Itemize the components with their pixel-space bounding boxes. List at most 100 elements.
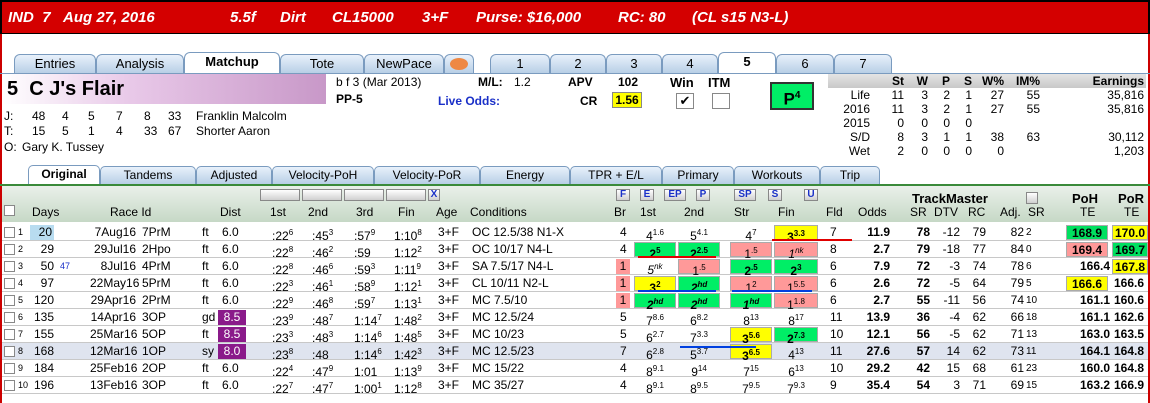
itm-checkbox[interactable] xyxy=(712,93,730,109)
subtab-energy[interactable]: Energy xyxy=(480,166,570,184)
pp-row[interactable]: 5 120 29Apr16 2PrM ft 6.0:229:468:597 1:131 3+F… xyxy=(2,292,1148,312)
por-te: 167.8 xyxy=(1112,259,1148,274)
days-cell: 50 xyxy=(40,259,54,273)
subtab-primary[interactable]: Primary xyxy=(662,166,734,184)
tab-tote[interactable]: Tote xyxy=(280,54,364,73)
pos-1st: 62.8 xyxy=(646,347,664,362)
subtab-trip[interactable]: Trip xyxy=(820,166,880,184)
pp-row[interactable]: 8 168 12Mar16 1OP sy 8.0:238:48 1:146 1:423 3+F M… xyxy=(2,343,1148,363)
pp-row[interactable]: 6 135 14Apr16 3OP gd 8.5:239:487 1:147 1:482 3+F… xyxy=(2,309,1148,328)
tab-horse-3[interactable]: 3 xyxy=(606,54,662,73)
tab-newpace[interactable]: NewPace xyxy=(364,54,444,73)
pos-stretch: 813 xyxy=(743,313,759,328)
subtab-velocity-por[interactable]: Velocity-PoR xyxy=(374,166,480,184)
tab-analysis[interactable]: Analysis xyxy=(96,54,184,73)
pp-row[interactable]: 10 196 13Feb16 3OP ft 6.0:227:477 1:001 1:128 3+… xyxy=(2,377,1148,396)
poh-te: 164.1 xyxy=(1079,344,1110,358)
poh-te: 166.6 xyxy=(1066,276,1108,291)
col-button-2nd[interactable] xyxy=(302,189,342,201)
adjusted-sr: 84 xyxy=(1010,242,1024,256)
adjusted-sr-rank: 11 xyxy=(1026,346,1037,357)
field-size: 10 xyxy=(830,361,844,375)
col-button-fin[interactable] xyxy=(386,189,426,201)
subtab-velocity-poh[interactable]: Velocity-PoH xyxy=(272,166,374,184)
subtab-original[interactable]: Original xyxy=(28,165,100,185)
record-row: Wet 2 0 0 0 0 1,203 xyxy=(848,143,1144,158)
jockey-stat: 48 xyxy=(32,109,46,123)
record-row: 2016 11 3 2 1 27 55 35,816 xyxy=(843,101,1144,116)
subtab-tandems[interactable]: Tandems xyxy=(100,166,196,184)
row-checkbox[interactable] xyxy=(4,244,15,255)
days-cell: 97 xyxy=(40,276,54,290)
horse-sex-age: b f 3 (Mar 2013) xyxy=(336,75,422,89)
win-checkbox[interactable]: ✔ xyxy=(676,93,694,109)
race-date: 29Apr16 xyxy=(90,293,136,307)
filter-f-button[interactable]: F xyxy=(616,189,630,201)
tab-horse-2[interactable]: 2 xyxy=(550,54,606,73)
row-checkbox[interactable] xyxy=(4,227,15,238)
tab-horse-1[interactable]: 1 xyxy=(490,54,550,73)
speed-rating: 55 xyxy=(916,293,930,307)
tab-horse-6[interactable]: 6 xyxy=(776,54,834,73)
poh-te: 160.0 xyxy=(1079,361,1110,375)
row-checkbox[interactable] xyxy=(4,261,15,272)
row-checkbox[interactable] xyxy=(4,278,15,289)
tab-horse-5[interactable]: 5 xyxy=(718,52,776,74)
subtab-tpr-el[interactable]: TPR + E/L xyxy=(570,166,662,184)
filter-u-button[interactable]: U xyxy=(804,189,818,201)
jockey-stat: 4 xyxy=(62,109,69,123)
filter-sp-button[interactable]: SP xyxy=(734,189,756,201)
col-dtv: DTV xyxy=(934,205,958,219)
row-checkbox[interactable] xyxy=(4,312,15,323)
pp-row[interactable]: 1 20 7Aug16 7PrM ft 6.0:226:453:579 1:108 3+F OC… xyxy=(2,224,1148,244)
col-button-1st[interactable] xyxy=(260,189,300,201)
row-checkbox[interactable] xyxy=(4,363,15,374)
final-time: 1:128 xyxy=(394,381,422,396)
select-all-checkbox[interactable] xyxy=(4,205,15,216)
race-id: 4PrM xyxy=(142,259,171,273)
pp-row[interactable]: 2 29 29Jul16 2Hpo ft 6.0:228:462:59 1:122 3+F OC… xyxy=(2,241,1148,261)
row-number: 2 xyxy=(18,244,24,254)
row-number: 4 xyxy=(18,278,24,288)
subtab-workouts[interactable]: Workouts xyxy=(734,166,820,184)
poh-label: PoH xyxy=(1072,191,1098,206)
row-checkbox[interactable] xyxy=(4,295,15,306)
race-class-rating: 62 xyxy=(972,310,986,324)
col-rc: RC xyxy=(968,205,986,219)
surface: ft xyxy=(202,276,209,290)
race-date: 8Jul16 xyxy=(100,259,136,273)
pp-row[interactable]: 7 155 25Mar16 5OP ft 8.5:233:483 1:146 1:485 3+F… xyxy=(2,326,1148,346)
col-adj: Adj. xyxy=(1000,205,1021,219)
tab-pace-icon[interactable] xyxy=(444,54,474,73)
trackmaster-dropdown[interactable] xyxy=(1026,192,1038,204)
adjusted-sr-rank: 2 xyxy=(1026,227,1032,238)
pp-row[interactable]: 4 97 22May16 5PrM ft 6.0:223:461:589 1:121 3+F C… xyxy=(2,275,1148,295)
tab-horse-7[interactable]: 7 xyxy=(834,54,892,73)
col-button-3rd[interactable] xyxy=(344,189,384,201)
pp-row[interactable]: 3 50 47 8Jul16 4PrM ft 6.0:228:466:593 1:119 3+F… xyxy=(2,258,1148,278)
row-checkbox[interactable] xyxy=(4,380,15,391)
row-checkbox[interactable] xyxy=(4,329,15,340)
trip-line xyxy=(772,239,852,241)
surface: sy xyxy=(202,344,214,358)
jockey-stat: 7 xyxy=(116,109,123,123)
race-class-rating: 79 xyxy=(972,225,986,239)
race-date: 13Feb16 xyxy=(90,378,138,392)
tab-matchup[interactable]: Matchup xyxy=(184,52,280,74)
filter-e-button[interactable]: E xyxy=(640,189,654,201)
clear-button[interactable]: X xyxy=(428,189,440,201)
trip-line xyxy=(680,346,756,348)
age: 3+F xyxy=(438,242,460,256)
pos-2nd: 89.5 xyxy=(690,381,708,396)
filter-s-button[interactable]: S xyxy=(768,189,782,201)
row-checkbox[interactable] xyxy=(4,346,15,357)
trainer-stat: 4 xyxy=(116,124,123,138)
tab-horse-4[interactable]: 4 xyxy=(662,54,718,73)
dtv: -11 xyxy=(943,293,960,307)
pp-row[interactable]: 9 184 25Feb16 2OP ft 6.0:224:479 1:01 1:139 3+F M… xyxy=(2,360,1148,379)
subtab-adjusted[interactable]: Adjusted xyxy=(196,166,272,184)
filter-ep-button[interactable]: EP xyxy=(664,189,686,201)
tab-entries[interactable]: Entries xyxy=(14,54,96,73)
filter-p-button[interactable]: P xyxy=(696,189,710,201)
break-position: 4 xyxy=(620,225,627,239)
